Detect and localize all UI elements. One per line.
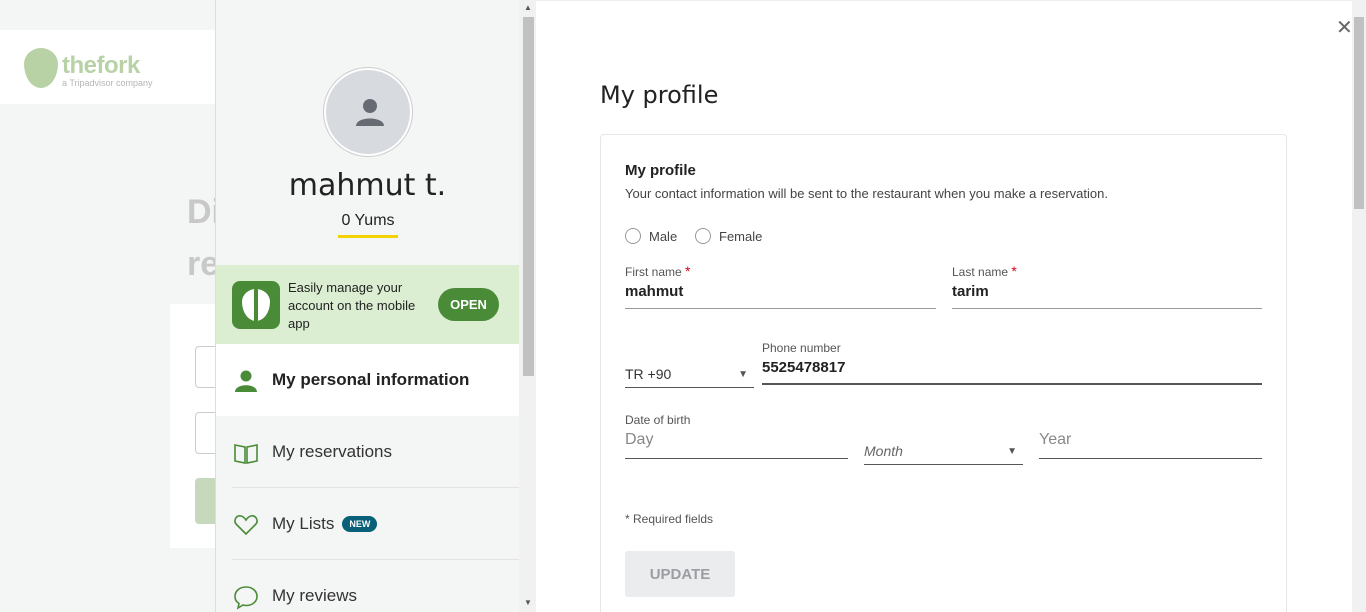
last-name-input[interactable]: tarim xyxy=(952,283,1262,309)
sidebar-item-label: My reservations xyxy=(272,442,392,461)
month-placeholder: Month xyxy=(864,443,903,459)
scroll-up-arrow-icon[interactable]: ▲ xyxy=(524,3,532,12)
sidebar-item-lists[interactable]: My Lists NEW xyxy=(216,488,519,560)
dob-year-field[interactable]: Year xyxy=(1039,427,1262,459)
page-scrollbar[interactable] xyxy=(1352,0,1366,612)
phone-input[interactable]: 5525478817 xyxy=(762,359,1262,385)
card-title: My profile xyxy=(625,162,696,179)
phone-field[interactable]: Phone number 5525478817 xyxy=(762,341,1262,385)
user-silhouette-icon xyxy=(356,99,384,126)
first-name-input[interactable]: mahmut xyxy=(625,283,936,309)
sidebar-item-label: My reviews xyxy=(272,586,358,605)
required-fields-note: * Required fields xyxy=(625,512,714,526)
month-select[interactable]: Month ▼ xyxy=(864,443,1023,465)
profile-panel: ✕ My profile My profile Your contact inf… xyxy=(536,0,1353,612)
account-sidebar: mahmut t. 0 Yums Easily manage your acco… xyxy=(215,0,536,612)
app-banner-text: Easily manage your account on the mobile… xyxy=(288,280,416,331)
update-button[interactable]: UPDATE xyxy=(625,551,735,597)
yums-count[interactable]: 0 Yums xyxy=(338,212,398,238)
first-name-label: First name xyxy=(625,265,682,279)
user-name: mahmut t. xyxy=(288,168,447,203)
dropdown-caret-icon: ▼ xyxy=(1007,446,1017,457)
logo-word: thefork xyxy=(62,52,140,79)
logo-tagline: a Tripadvisor company xyxy=(62,78,153,88)
country-code-select[interactable]: TR +90 ▼ xyxy=(625,366,754,388)
page-title: My profile xyxy=(600,81,719,109)
day-input[interactable]: Day xyxy=(625,431,848,459)
dropdown-caret-icon: ▼ xyxy=(738,369,748,380)
last-name-field[interactable]: Last name * tarim xyxy=(952,263,1262,309)
radio-label: Female xyxy=(719,228,763,244)
sidebar-item-personal-information[interactable]: My personal information xyxy=(216,344,519,416)
open-app-button[interactable]: OPEN xyxy=(438,288,499,321)
country-code-value: TR +90 xyxy=(625,366,672,382)
field-label: First name * xyxy=(625,263,936,279)
gender-radio-female[interactable]: Female xyxy=(695,228,762,244)
book-icon xyxy=(234,444,258,464)
scroll-down-arrow-icon[interactable]: ▼ xyxy=(524,598,532,607)
radio-circle[interactable] xyxy=(695,228,711,244)
close-icon[interactable]: ✕ xyxy=(1336,15,1353,40)
first-name-field[interactable]: First name * mahmut xyxy=(625,263,936,309)
sidebar-item-label: My personal information xyxy=(272,370,470,389)
required-mark: * xyxy=(685,263,691,279)
lists-label: My Lists xyxy=(272,514,335,533)
radio-circle[interactable] xyxy=(625,228,641,244)
speech-bubble-icon xyxy=(234,586,258,610)
required-mark: * xyxy=(1011,263,1017,279)
card-subtitle: Your contact information will be sent to… xyxy=(625,186,1108,201)
scrollbar-thumb[interactable] xyxy=(523,17,534,376)
person-icon xyxy=(235,370,257,392)
scrollbar-thumb[interactable] xyxy=(1354,17,1364,209)
field-label: Last name * xyxy=(952,263,1262,279)
thefork-app-icon xyxy=(232,281,280,329)
sidebar-scrollbar[interactable]: ▲ ▼ xyxy=(519,0,536,612)
app-banner: Easily manage your account on the mobile… xyxy=(216,265,519,344)
dob-day-field[interactable]: Date of birth Day xyxy=(625,413,848,459)
sidebar-item-label: My Lists NEW xyxy=(272,514,378,534)
fork-leaf-icon xyxy=(24,48,58,88)
year-input[interactable]: Year xyxy=(1039,431,1262,459)
avatar[interactable] xyxy=(324,68,412,156)
new-badge: NEW xyxy=(342,516,378,532)
last-name-label: Last name xyxy=(952,265,1009,279)
profile-card: My profile Your contact information will… xyxy=(600,134,1287,612)
thefork-logo: thefork a Tripadvisor company xyxy=(24,48,164,90)
radio-label: Male xyxy=(649,228,678,244)
sidebar-item-reviews[interactable]: My reviews xyxy=(216,560,519,612)
phone-label: Phone number xyxy=(762,341,841,355)
heart-icon xyxy=(234,515,258,536)
gender-radio-male[interactable]: Male xyxy=(625,228,677,244)
dob-label: Date of birth xyxy=(625,413,691,427)
sidebar-item-reservations[interactable]: My reservations xyxy=(216,416,519,488)
